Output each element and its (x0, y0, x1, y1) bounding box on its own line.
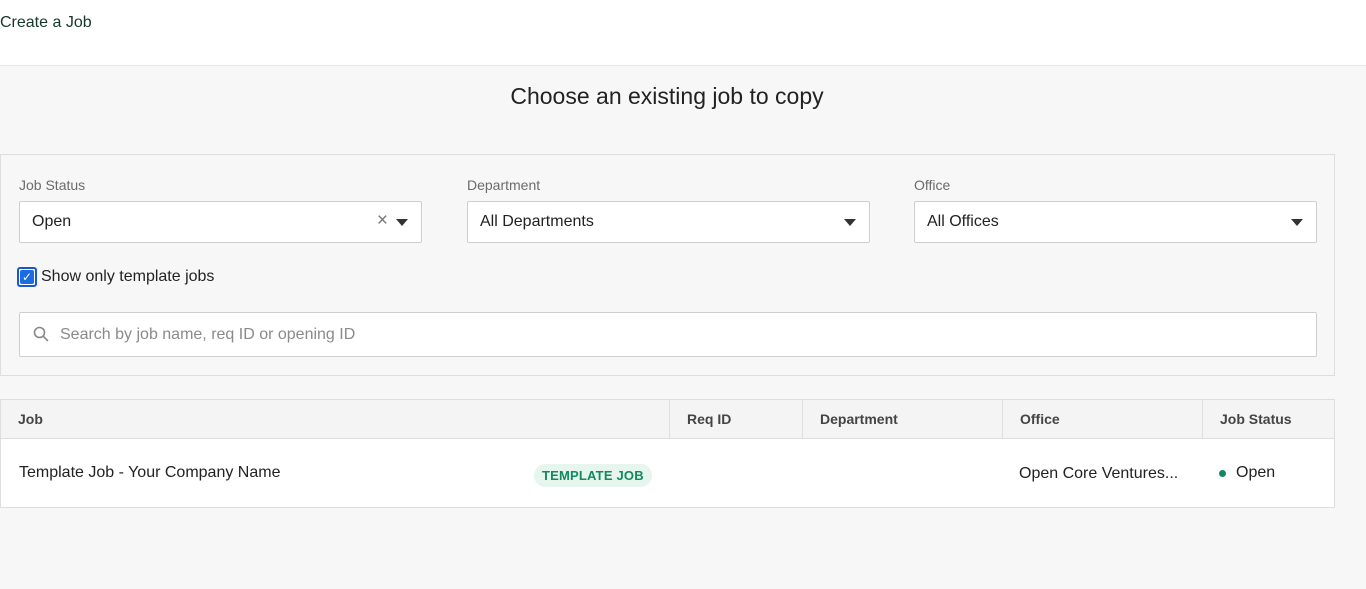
template-job-badge: TEMPLATE JOB (534, 464, 652, 487)
column-header-job[interactable]: Job (1, 400, 669, 439)
breadcrumb[interactable]: Create a Job (0, 14, 92, 32)
search-input[interactable] (60, 321, 1300, 348)
job-status-select[interactable]: Open × (19, 201, 422, 243)
job-status-cell: Open (1219, 464, 1275, 482)
search-box[interactable] (19, 312, 1317, 357)
department-value: All Departments (480, 213, 594, 230)
column-header-department[interactable]: Department (802, 400, 1002, 439)
department-select[interactable]: All Departments (467, 201, 870, 243)
template-only-label[interactable]: Show only template jobs (41, 268, 214, 286)
status-dot-icon (1219, 469, 1226, 477)
template-only-toggle[interactable]: ✓ Show only template jobs (17, 266, 214, 288)
checkmark-icon: ✓ (20, 270, 34, 284)
column-header-office[interactable]: Office (1002, 400, 1202, 439)
clear-icon[interactable]: × (377, 210, 388, 232)
office-select[interactable]: All Offices (914, 201, 1317, 243)
table-header: Job Req ID Department Office Job Status (1, 400, 1334, 439)
chevron-down-icon[interactable] (1291, 219, 1303, 226)
office-label: Office (914, 177, 951, 193)
search-icon (33, 326, 49, 342)
top-bar: Create a Job (0, 0, 1366, 66)
column-header-req-id[interactable]: Req ID (669, 400, 802, 439)
department-label: Department (467, 177, 541, 193)
table-row[interactable]: Template Job - Your Company Name TEMPLAT… (1, 440, 1334, 508)
job-status-label: Job Status (19, 177, 86, 193)
chevron-down-icon[interactable] (396, 219, 408, 226)
page-title: Choose an existing job to copy (510, 83, 824, 109)
template-only-checkbox[interactable]: ✓ (17, 267, 37, 287)
column-header-job-status[interactable]: Job Status (1202, 400, 1334, 439)
job-name[interactable]: Template Job - Your Company Name (19, 464, 280, 482)
jobs-table: Job Req ID Department Office Job Status … (0, 399, 1335, 508)
filter-panel: Job Status Open × Department All Departm… (0, 154, 1335, 376)
chevron-down-icon[interactable] (844, 219, 856, 226)
job-status-text: Open (1236, 464, 1276, 481)
job-status-value: Open (32, 213, 72, 230)
office-value: All Offices (927, 213, 999, 230)
office-cell: Open Core Ventures... (1019, 465, 1179, 482)
